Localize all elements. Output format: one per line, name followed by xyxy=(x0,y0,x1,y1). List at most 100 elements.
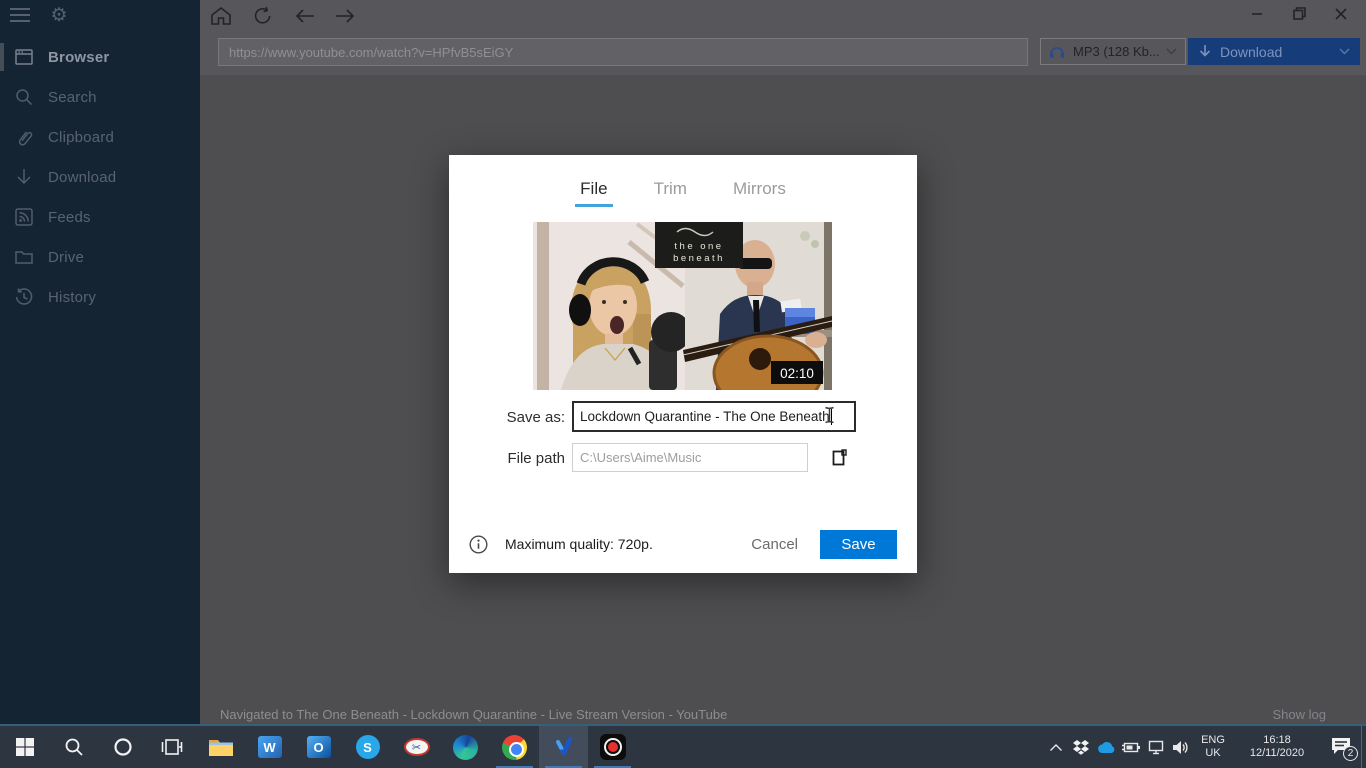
home-icon[interactable] xyxy=(206,4,236,30)
edge-icon xyxy=(453,734,478,760)
tab-mirrors[interactable]: Mirrors xyxy=(731,175,788,207)
word-button[interactable]: W xyxy=(245,726,294,768)
sidebar-item-feeds[interactable]: Feeds xyxy=(0,197,200,237)
chrome-button[interactable] xyxy=(490,726,539,768)
show-desktop-button[interactable] xyxy=(1361,726,1366,768)
dropbox-icon[interactable] xyxy=(1068,726,1093,768)
file-path-value: C:\Users\Aime\Music xyxy=(580,450,702,465)
sidebar-item-download[interactable]: Download xyxy=(0,157,200,197)
sidebar-item-search[interactable]: Search xyxy=(0,77,200,117)
window-controls xyxy=(1236,0,1362,30)
skype-button[interactable]: S xyxy=(343,726,392,768)
channel-name-line2: beneath xyxy=(673,253,725,264)
sidebar: ⚙ Browser Search Clipboard Download Feed… xyxy=(0,0,200,726)
download-arrow-icon xyxy=(17,169,31,185)
system-tray: ENG UK 16:18 12/11/2020 2 xyxy=(1043,726,1366,768)
format-label: MP3 (128 Kb... xyxy=(1073,44,1160,59)
show-log-link[interactable]: Show log xyxy=(1273,707,1326,722)
volume-icon[interactable] xyxy=(1168,726,1193,768)
clock[interactable]: 16:18 12/11/2020 xyxy=(1239,734,1315,760)
start-button[interactable] xyxy=(0,726,49,768)
edge-button[interactable] xyxy=(441,726,490,768)
sidebar-item-label: Feeds xyxy=(48,208,91,226)
downloader-app-icon xyxy=(555,736,572,756)
sidebar-item-history[interactable]: History xyxy=(0,277,200,317)
skype-icon: S xyxy=(355,735,380,759)
browser-icon xyxy=(15,49,33,65)
url-input[interactable] xyxy=(218,38,1028,66)
duration-text: 02:10 xyxy=(780,366,814,381)
save-as-label: Save as: xyxy=(506,409,565,426)
toolbar: MP3 (128 Kb... Download xyxy=(200,0,1366,75)
download-button-label: Download xyxy=(1220,43,1283,60)
download-arrow-icon xyxy=(1199,45,1211,57)
cortana-icon xyxy=(113,738,132,756)
save-button[interactable]: Save xyxy=(820,529,897,559)
sidebar-item-label: Search xyxy=(48,88,97,106)
sidebar-item-browser[interactable]: Browser xyxy=(0,37,200,77)
dialog-footer: Maximum quality: 720p. Cancel Save xyxy=(469,529,897,559)
format-dropdown[interactable]: MP3 (128 Kb... xyxy=(1040,38,1186,65)
browse-folder-icon[interactable] xyxy=(830,448,850,468)
outlook-button[interactable]: O xyxy=(294,726,343,768)
paperclip-icon xyxy=(18,131,33,146)
sidebar-item-label: Clipboard xyxy=(48,128,115,146)
screen-recorder-button[interactable] xyxy=(588,726,637,768)
screen-recorder-icon xyxy=(599,734,626,760)
sidebar-item-clipboard[interactable]: Clipboard xyxy=(0,117,200,157)
download-button[interactable]: Download xyxy=(1188,38,1360,65)
clock-date: 12/11/2020 xyxy=(1249,747,1305,759)
taskbar-search-button[interactable] xyxy=(49,726,98,768)
chevron-down-icon xyxy=(1339,48,1350,55)
close-icon[interactable] xyxy=(1320,0,1362,30)
onedrive-icon[interactable] xyxy=(1093,726,1118,768)
language-line2: UK xyxy=(1205,747,1221,759)
back-icon[interactable] xyxy=(290,4,320,30)
network-icon[interactable] xyxy=(1143,726,1168,768)
outlook-icon: O xyxy=(306,736,331,758)
tray-chevron-up-icon[interactable] xyxy=(1043,726,1068,768)
file-path-input[interactable]: C:\Users\Aime\Music xyxy=(572,443,808,472)
minimize-icon[interactable] xyxy=(1236,0,1278,30)
gear-icon[interactable]: ⚙ xyxy=(46,3,72,29)
cortana-button[interactable] xyxy=(98,726,147,768)
tab-file[interactable]: File xyxy=(575,175,614,207)
action-center-button[interactable]: 2 xyxy=(1321,726,1361,768)
video-thumbnail: the one beneath 02:10 xyxy=(533,222,832,390)
dialog-tabs: File Trim Mirrors xyxy=(449,175,917,207)
sidebar-item-label: Download xyxy=(48,168,117,186)
language-indicator[interactable]: ENG UK xyxy=(1193,734,1233,760)
refresh-icon[interactable] xyxy=(248,4,278,30)
word-icon: W xyxy=(257,736,282,758)
ibeam-cursor-icon xyxy=(825,406,834,424)
snipping-tool-button[interactable]: ✂ xyxy=(392,726,441,768)
save-as-input[interactable]: Lockdown Quarantine - The One Beneath xyxy=(572,401,856,432)
tab-trim[interactable]: Trim xyxy=(652,175,689,207)
sidebar-header: ⚙ xyxy=(0,0,200,34)
downloader-app-button[interactable] xyxy=(539,726,588,768)
chrome-icon xyxy=(502,734,527,760)
language-line1: ENG xyxy=(1201,734,1225,746)
battery-icon[interactable] xyxy=(1118,726,1143,768)
save-dialog: File Trim Mirrors the one beneath 02:10 … xyxy=(449,155,917,573)
sidebar-item-label: Browser xyxy=(48,48,110,66)
channel-name-line1: the one xyxy=(674,241,723,252)
maximize-icon[interactable] xyxy=(1278,0,1320,30)
snipping-tool-icon: ✂ xyxy=(403,738,430,756)
info-icon xyxy=(469,534,488,554)
forward-icon[interactable] xyxy=(330,4,360,30)
save-as-value: Lockdown Quarantine - The One Beneath xyxy=(580,409,830,424)
file-explorer-icon xyxy=(208,739,233,756)
task-view-icon xyxy=(161,739,182,755)
file-explorer-button[interactable] xyxy=(196,726,245,768)
notification-count-badge: 2 xyxy=(1343,746,1358,761)
sidebar-item-label: Drive xyxy=(48,248,85,266)
cancel-button[interactable]: Cancel xyxy=(751,536,798,553)
status-bar: Navigated to The One Beneath - Lockdown … xyxy=(200,703,1366,726)
hamburger-menu-icon[interactable] xyxy=(8,6,32,26)
task-view-button[interactable] xyxy=(147,726,196,768)
quality-note: Maximum quality: 720p. xyxy=(505,536,653,552)
file-path-label: File path xyxy=(507,450,565,467)
history-clock-icon xyxy=(15,288,33,305)
sidebar-item-drive[interactable]: Drive xyxy=(0,237,200,277)
